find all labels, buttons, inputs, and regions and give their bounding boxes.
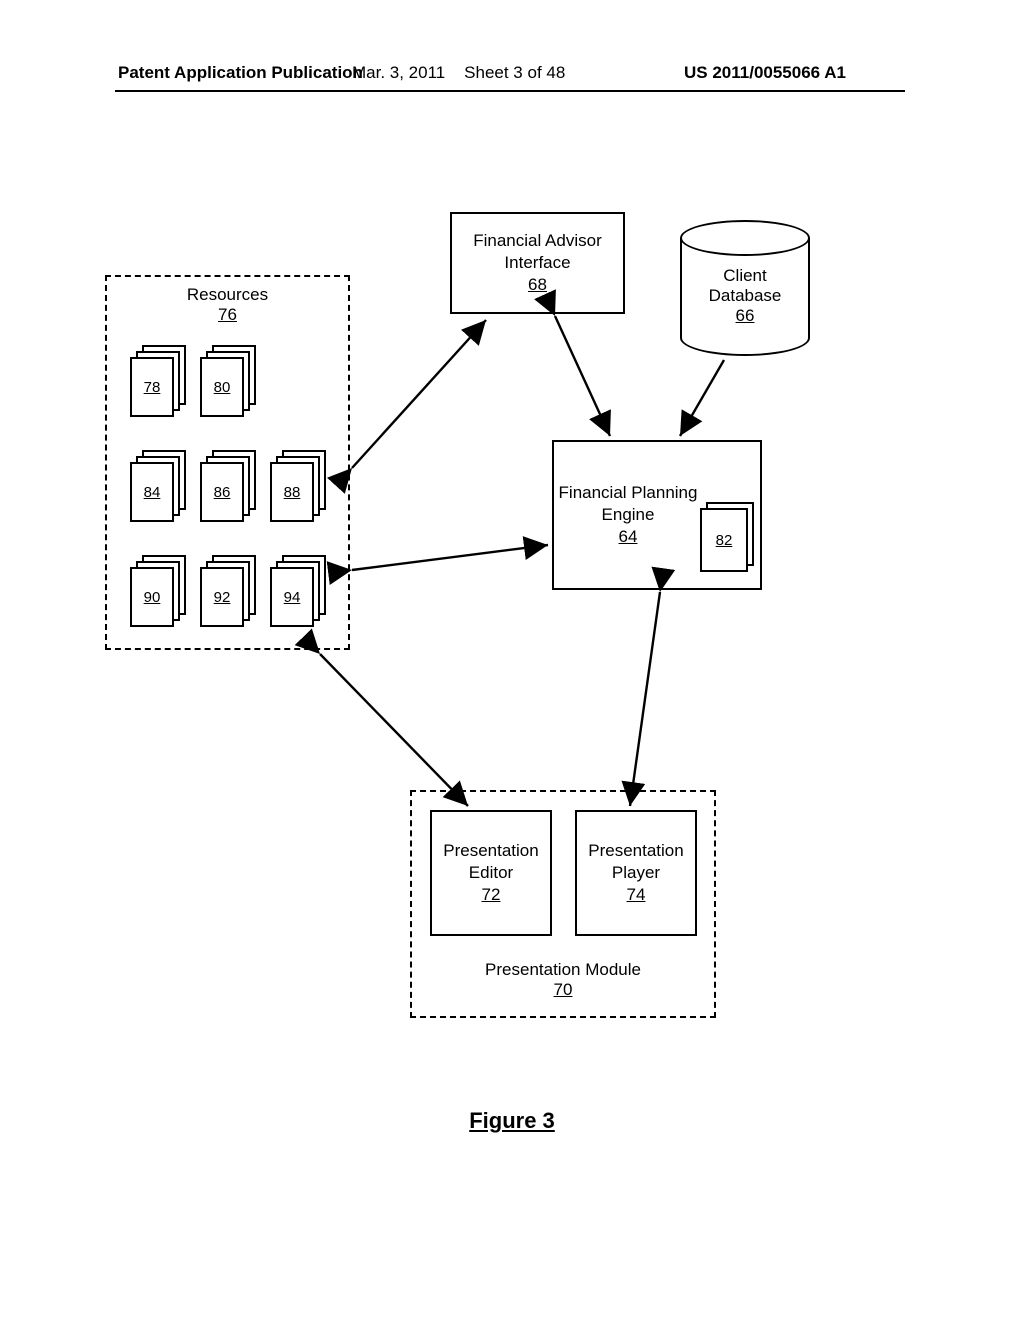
db-title: Client	[680, 266, 810, 286]
page-icon: 88	[270, 462, 314, 522]
header-rule	[115, 90, 905, 92]
page-icon: 78	[130, 357, 174, 417]
page-icon: 84	[130, 462, 174, 522]
editor-sub: Editor	[469, 863, 513, 883]
resource-stack-84: 84	[130, 450, 186, 522]
stack-ref: 90	[144, 589, 161, 606]
arrow-advisor-engine	[555, 316, 610, 436]
resource-stack-94: 94	[270, 555, 326, 627]
player-ref: 74	[627, 885, 646, 905]
header-left: Patent Application Publication	[118, 63, 363, 83]
arrow-database-engine	[680, 360, 724, 436]
editor-ref: 72	[482, 885, 501, 905]
cylinder-top	[680, 220, 810, 256]
resource-stack-88: 88	[270, 450, 326, 522]
stack-ref: 82	[716, 532, 733, 549]
page-icon: 94	[270, 567, 314, 627]
player-title: Presentation	[588, 841, 683, 861]
stack-ref: 84	[144, 484, 161, 501]
box-title: Financial Advisor	[473, 231, 602, 251]
header-mid: Mar. 3, 2011 Sheet 3 of 48	[352, 63, 565, 83]
financial-advisor-interface-box: Financial Advisor Interface 68	[450, 212, 625, 314]
engine-doc-stack-82: 82	[700, 502, 756, 574]
arrow-resources-editor	[320, 654, 468, 806]
arrow-resources-advisor	[352, 320, 486, 468]
page: Patent Application Publication Mar. 3, 2…	[0, 0, 1024, 1320]
resources-label: Resources	[107, 285, 348, 305]
db-ref: 66	[680, 306, 810, 326]
figure-caption: Figure 3	[0, 1108, 1024, 1134]
box-subtitle: Interface	[504, 253, 570, 273]
arrow-resources-engine	[352, 545, 548, 570]
resource-stack-86: 86	[200, 450, 256, 522]
header-date: Mar. 3, 2011	[352, 63, 445, 82]
page-icon: 80	[200, 357, 244, 417]
stack-ref: 78	[144, 379, 161, 396]
stack-ref: 92	[214, 589, 231, 606]
db-sub: Database	[680, 286, 810, 306]
editor-title: Presentation	[443, 841, 538, 861]
page-icon: 92	[200, 567, 244, 627]
stack-ref: 88	[284, 484, 301, 501]
resources-title: Resources 76	[107, 285, 348, 325]
player-sub: Player	[612, 863, 660, 883]
header-sheet: Sheet 3 of 48	[464, 63, 565, 82]
page-icon: 82	[700, 508, 748, 572]
pres-module-label: Presentation Module 70	[410, 960, 716, 1000]
engine-title: Financial Planning	[559, 483, 698, 503]
stack-ref: 80	[214, 379, 231, 396]
stack-ref: 86	[214, 484, 231, 501]
pres-module-ref: 70	[410, 980, 716, 1000]
presentation-player-box: Presentation Player 74	[575, 810, 697, 936]
cylinder-label: Client Database 66	[680, 266, 810, 326]
arrow-engine-player	[630, 592, 660, 806]
header-right: US 2011/0055066 A1	[684, 63, 846, 83]
engine-sub: Engine	[602, 505, 655, 525]
box-ref: 68	[528, 275, 547, 295]
page-icon: 86	[200, 462, 244, 522]
resource-stack-78: 78	[130, 345, 186, 417]
presentation-editor-box: Presentation Editor 72	[430, 810, 552, 936]
resource-stack-90: 90	[130, 555, 186, 627]
resource-stack-92: 92	[200, 555, 256, 627]
stack-ref: 94	[284, 589, 301, 606]
pres-module-title: Presentation Module	[410, 960, 716, 980]
resource-stack-80: 80	[200, 345, 256, 417]
engine-ref: 64	[619, 527, 638, 547]
resources-ref: 76	[107, 305, 348, 325]
page-icon: 90	[130, 567, 174, 627]
